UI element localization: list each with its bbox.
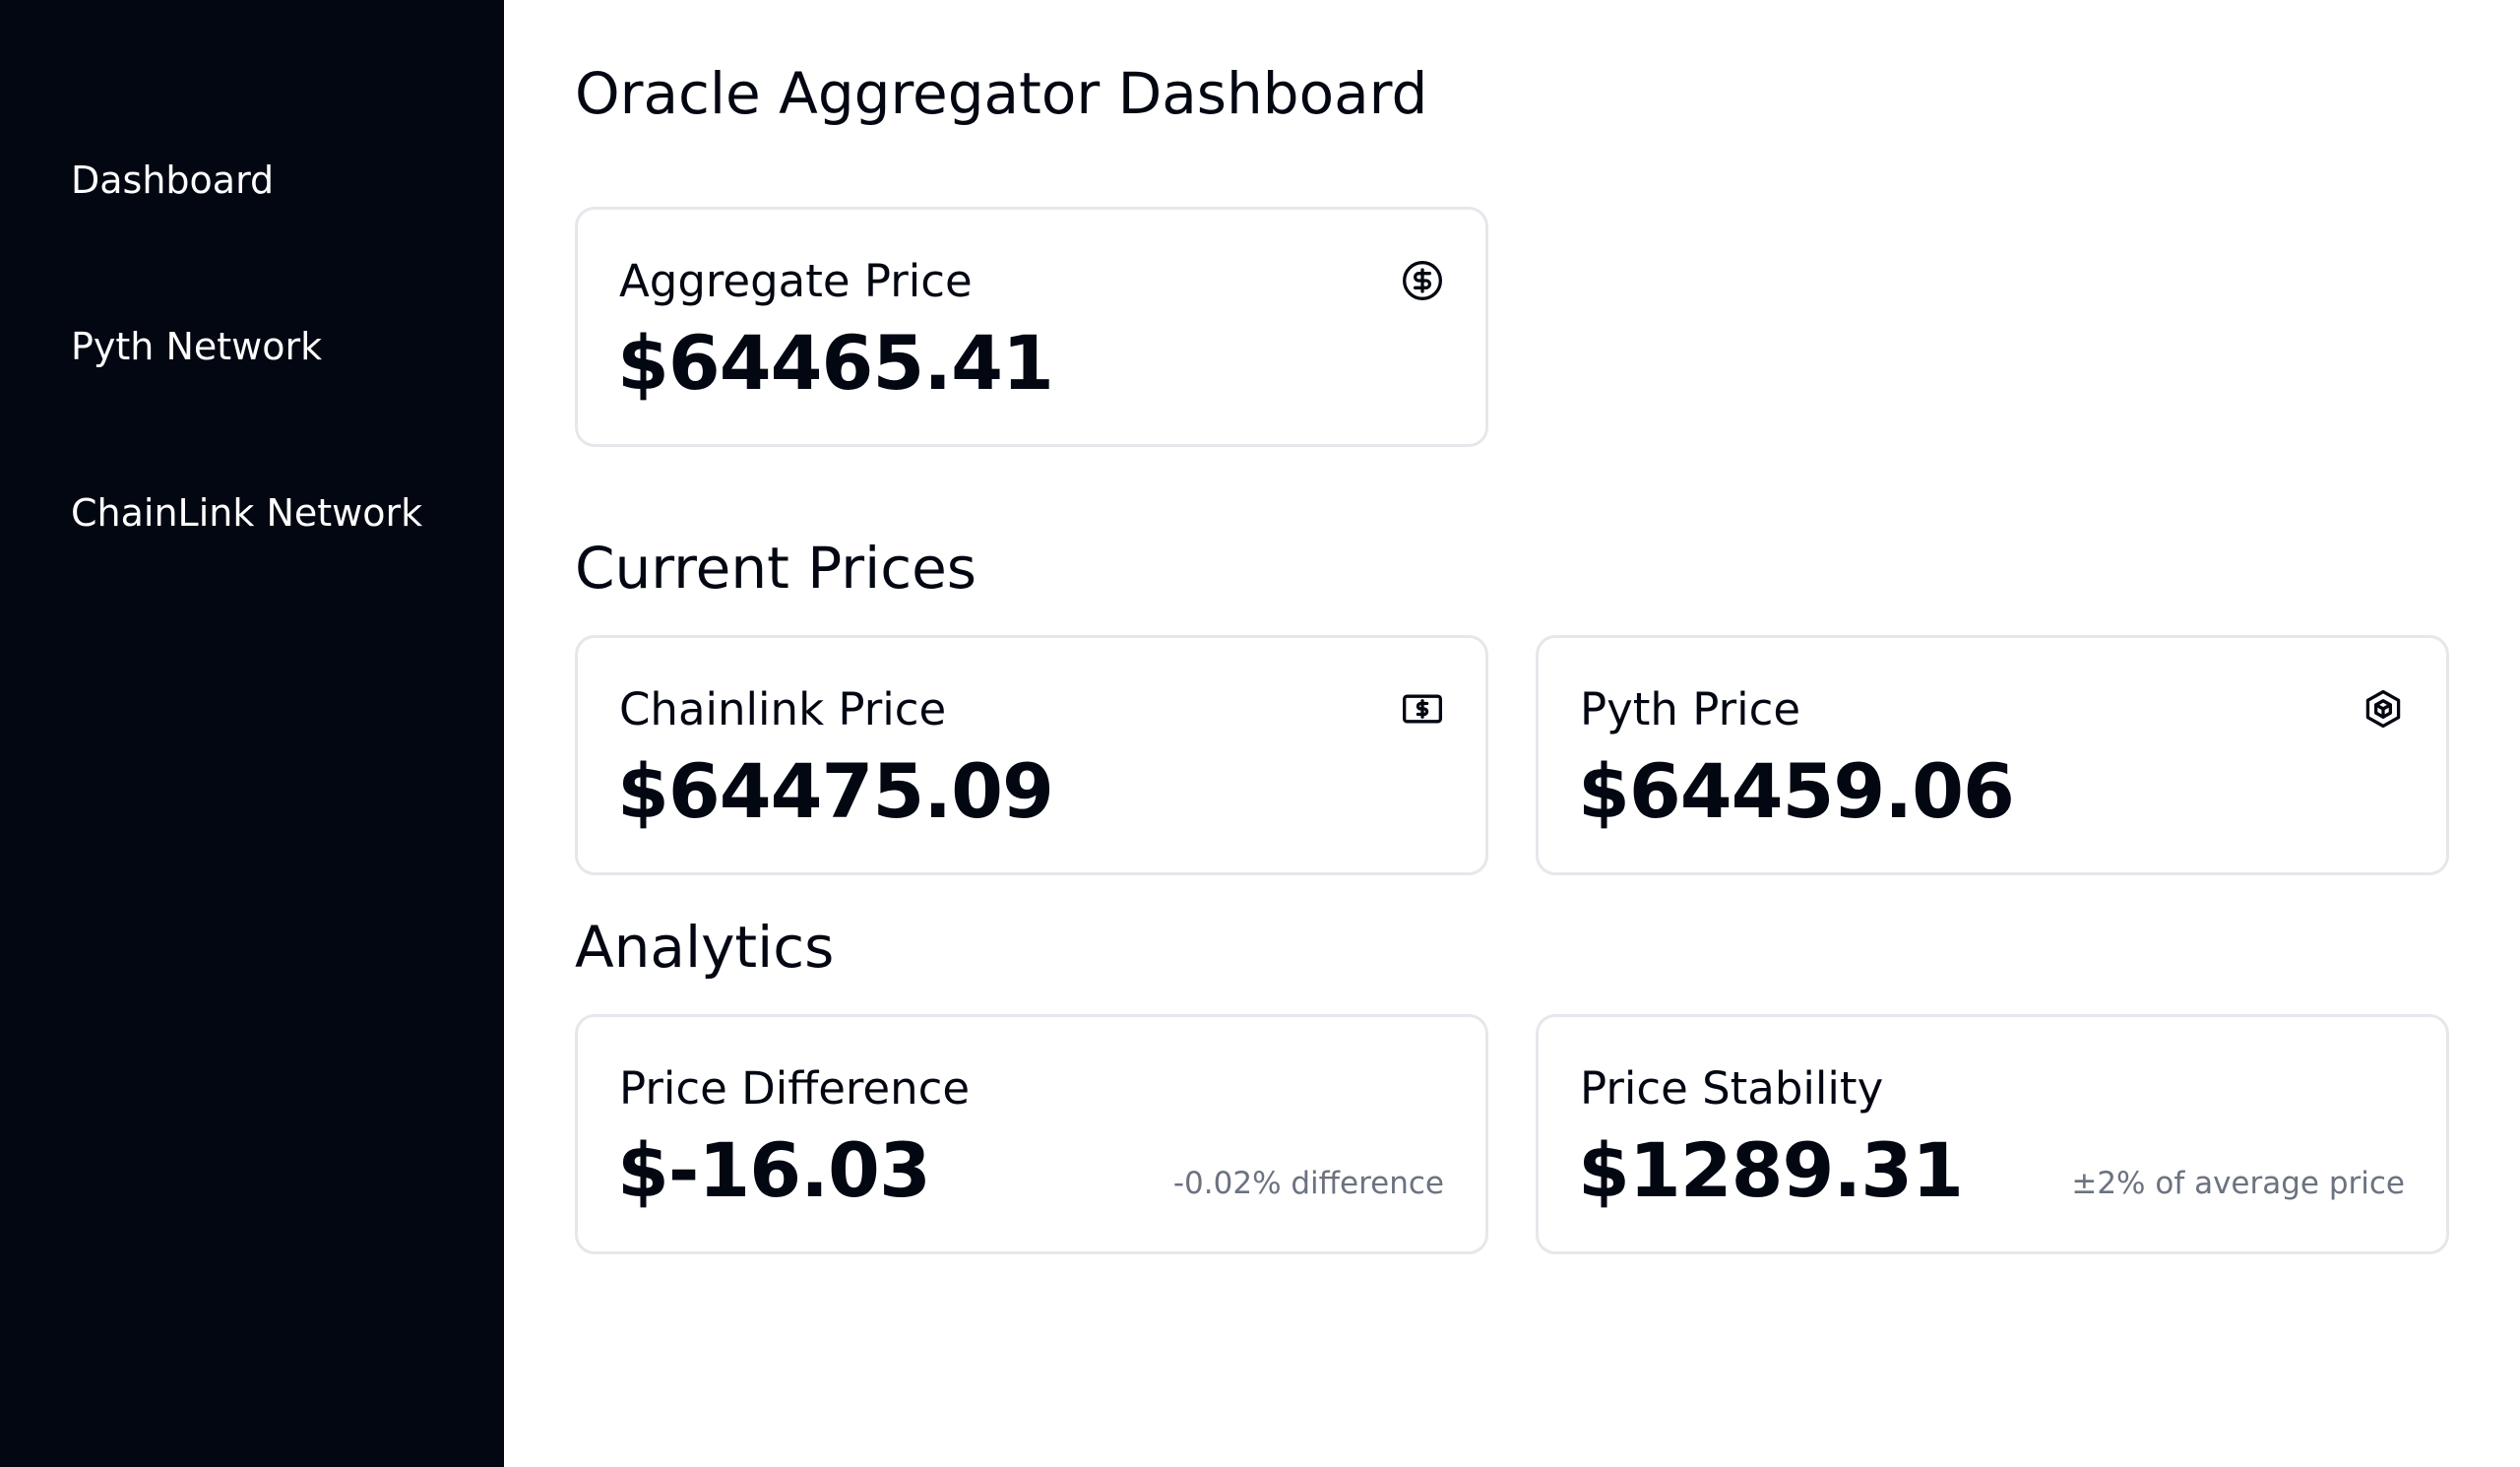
price-difference-note: -0.02% difference bbox=[1172, 1166, 1444, 1201]
sidebar-item-chainlink-network[interactable]: ChainLink Network bbox=[71, 494, 422, 532]
price-stability-label: Price Stability bbox=[1580, 1062, 1884, 1115]
banknote-icon bbox=[1401, 687, 1444, 731]
aggregate-price-card: Aggregate Price $64465.41 bbox=[575, 207, 1488, 447]
chainlink-price-card: Chainlink Price $64475.09 bbox=[575, 635, 1488, 875]
box-icon bbox=[2362, 687, 2405, 731]
analytics-heading: Analytics bbox=[575, 914, 835, 981]
main-content: Oracle Aggregator Dashboard Aggregate Pr… bbox=[504, 0, 2520, 1467]
aggregate-price-label: Aggregate Price bbox=[619, 255, 973, 307]
price-difference-card: Price Difference $-16.03 -0.02% differen… bbox=[575, 1014, 1488, 1254]
sidebar-item-pyth-network[interactable]: Pyth Network bbox=[71, 328, 322, 365]
chainlink-price-label: Chainlink Price bbox=[619, 683, 947, 735]
app-root: Dashboard Pyth Network ChainLink Network… bbox=[0, 0, 2520, 1467]
price-stability-value: $1289.31 bbox=[1578, 1126, 1964, 1214]
pyth-price-label: Pyth Price bbox=[1580, 683, 1801, 735]
page-title: Oracle Aggregator Dashboard bbox=[575, 60, 1428, 127]
price-stability-card: Price Stability $1289.31 ±2% of average … bbox=[1536, 1014, 2449, 1254]
chainlink-price-value: $64475.09 bbox=[617, 747, 1054, 835]
price-difference-label: Price Difference bbox=[619, 1062, 971, 1115]
dollar-circle-icon bbox=[1401, 259, 1444, 302]
sidebar: Dashboard Pyth Network ChainLink Network bbox=[0, 0, 504, 1467]
sidebar-item-dashboard[interactable]: Dashboard bbox=[71, 161, 274, 199]
price-difference-value: $-16.03 bbox=[617, 1126, 931, 1214]
pyth-price-value: $64459.06 bbox=[1578, 747, 2015, 835]
aggregate-price-value: $64465.41 bbox=[617, 319, 1054, 407]
current-prices-heading: Current Prices bbox=[575, 535, 976, 602]
price-stability-note: ±2% of average price bbox=[2071, 1166, 2405, 1201]
pyth-price-card: Pyth Price $64459.06 bbox=[1536, 635, 2449, 875]
